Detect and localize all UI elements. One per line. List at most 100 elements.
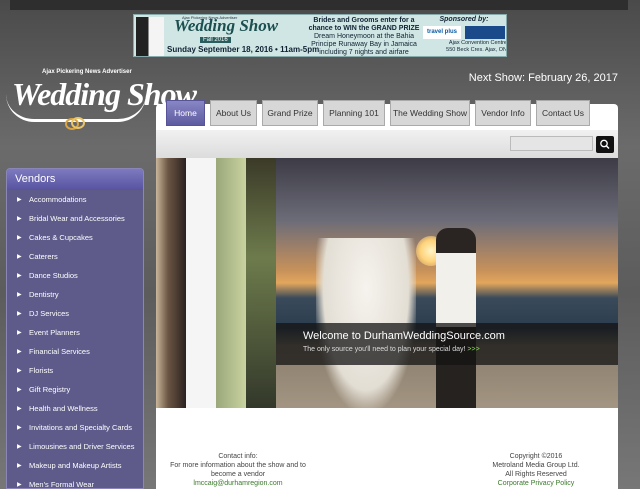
sidebar-item-label: Dance Studios [29,271,78,280]
tab-vendor-info[interactable]: Vendor Info [475,100,531,126]
sponsor-logo [465,26,505,39]
sidebar-item-bridal-wear[interactable]: ▶ Bridal Wear and Accessories [7,209,143,228]
bullet-icon: ▶ [17,443,22,450]
sidebar-item-health-wellness[interactable]: ▶ Health and Wellness [7,399,143,418]
hero-slider[interactable]: Welcome to DurhamWeddingSource.com The o… [156,158,618,408]
sidebar-item-label: Florists [29,366,54,375]
bullet-icon: ▶ [17,215,22,222]
bullet-icon: ▶ [17,405,22,412]
logo-publisher: Ajax Pickering News Advertiser [42,69,132,75]
tab-planning-101[interactable]: Planning 101 [323,100,385,126]
tab-the-wedding-show[interactable]: The Wedding Show [390,100,470,126]
sidebar-item-gift-registry[interactable]: ▶ Gift Registry [7,380,143,399]
bullet-icon: ▶ [17,424,22,431]
copyright-text: Copyright ©2016 [509,453,563,460]
main-panel: Home About Us Grand Prize Planning 101 T… [156,100,618,489]
footer-contact: Contact info: For more information about… [164,452,312,488]
sidebar-item-limousines[interactable]: ▶ Limousines and Driver Services [7,437,143,456]
bullet-icon: ▶ [17,481,22,488]
bullet-icon: ▶ [17,348,22,355]
sidebar-item-label: Caterers [29,252,58,261]
next-show-date: Next Show: February 26, 2017 [468,72,618,84]
search-bar [156,130,618,158]
banner-venue-line2: 550 Beck Cres. Ajax, ON [446,47,507,53]
contact-heading: Contact info: [218,453,258,460]
site-logo[interactable]: Ajax Pickering News Advertiser Wedding S… [6,66,197,142]
vendors-sidebar: Vendors ▶ Accommodations ▶ Bridal Wear and… [6,168,144,489]
hero-caption: Welcome to DurhamWeddingSource.com The o… [276,323,618,365]
bullet-icon: ▶ [17,367,22,374]
banner-venue: Ajax Convention Centre 550 Beck Cres. Aj… [423,40,507,54]
sidebar-item-label: Invitations and Specialty Cards [29,423,132,432]
bullet-icon: ▶ [17,253,22,260]
page-footer: Contact info: For more information about… [156,450,618,489]
sidebar-item-accommodations[interactable]: ▶ Accommodations [7,190,143,209]
sidebar-item-dj-services[interactable]: ▶ DJ Services [7,304,143,323]
sidebar-item-financial-services[interactable]: ▶ Financial Services [7,342,143,361]
sidebar-item-label: Gift Registry [29,385,71,394]
sidebar-item-cakes[interactable]: ▶ Cakes & Cupcakes [7,228,143,247]
main-nav: Home About Us Grand Prize Planning 101 T… [156,100,618,130]
bullet-icon: ▶ [17,329,22,336]
sidebar-item-dentistry[interactable]: ▶ Dentistry [7,285,143,304]
banner-date: Sunday September 18, 2016 • 11am-5pm [167,45,320,54]
slide-thumb-white[interactable] [186,158,216,408]
slide-thumb-groom[interactable] [156,158,186,408]
sidebar-item-mens-formal-wear[interactable]: ▶ Men's Formal Wear [7,475,143,489]
contact-text: For more information about the show and … [170,462,306,478]
banner-sponsored-by: Sponsored by: [439,16,489,23]
bullet-icon: ▶ [17,291,22,298]
slide-thumb-flowers[interactable] [246,158,276,408]
tab-grand-prize[interactable]: Grand Prize [262,100,318,126]
vendor-list: ▶ Accommodations ▶ Bridal Wear and Accesso… [7,190,143,489]
sidebar-item-dance-studios[interactable]: ▶ Dance Studios [7,266,143,285]
banner-season: Fall 2016 [200,37,231,43]
sidebar-item-label: DJ Services [29,309,70,318]
slide-thumb-green[interactable] [216,158,246,408]
tab-about-us[interactable]: About Us [210,100,257,126]
sidebar-item-label: Makeup and Makeup Artists [29,461,122,470]
hero-more-link[interactable]: >>> [467,346,479,353]
bullet-icon: ▶ [17,462,22,469]
top-bar [10,0,628,10]
sidebar-item-makeup[interactable]: ▶ Makeup and Makeup Artists [7,456,143,475]
sidebar-item-label: Financial Services [29,347,90,356]
privacy-policy-link[interactable]: Corporate Privacy Policy [481,479,591,488]
footer-copyright: Copyright ©2016 Metroland Media Group Lt… [481,452,591,488]
tab-home[interactable]: Home [166,100,205,126]
sidebar-item-florists[interactable]: ▶ Florists [7,361,143,380]
travel-plus-logo: travel plus [423,26,461,39]
sidebar-item-label: Men's Formal Wear [29,480,95,489]
hero-title: Welcome to DurhamWeddingSource.com [303,330,505,342]
sidebar-item-label: Accommodations [29,195,87,204]
hero-image [276,158,618,408]
sidebar-item-label: Event Planners [29,328,80,337]
banner-venue-line1: Ajax Convention Centre [448,40,507,46]
contact-email-link[interactable]: lmccaig@durhamregion.com [164,479,312,488]
hero-subtitle-text: The only source you'll need to plan your… [303,346,466,353]
hero-subtitle: The only source you'll need to plan your… [303,346,480,353]
search-icon [600,139,610,150]
wedding-show-banner[interactable]: Ajax Pickering News Advertiser Wedding S… [133,14,507,57]
wedding-rings-icon [65,117,85,130]
sidebar-heading: Vendors [7,169,143,190]
tab-contact-us[interactable]: Contact Us [536,100,590,126]
banner-promo-line1: Brides and Grooms enter for a chance to … [308,17,420,32]
rights-text: All Rights Reserved [505,471,567,478]
sidebar-item-invitations[interactable]: ▶ Invitations and Specialty Cards [7,418,143,437]
bullet-icon: ▶ [17,310,22,317]
sidebar-item-label: Limousines and Driver Services [29,442,135,451]
sidebar-item-label: Dentistry [29,290,59,299]
search-input[interactable] [510,136,593,151]
sidebar-item-label: Cakes & Cupcakes [29,233,93,242]
banner-promo-line2: Dream Honeymoon at the Bahia Principe Ru… [311,33,417,56]
groom-figure [436,228,476,408]
sidebar-item-event-planners[interactable]: ▶ Event Planners [7,323,143,342]
search-button[interactable] [596,136,614,153]
bullet-icon: ▶ [17,234,22,241]
banner-promo: Brides and Grooms enter for a chance to … [308,17,420,56]
sidebar-item-label: Health and Wellness [29,404,98,413]
sidebar-item-label: Bridal Wear and Accessories [29,214,125,223]
sidebar-item-caterers[interactable]: ▶ Caterers [7,247,143,266]
bullet-icon: ▶ [17,272,22,279]
